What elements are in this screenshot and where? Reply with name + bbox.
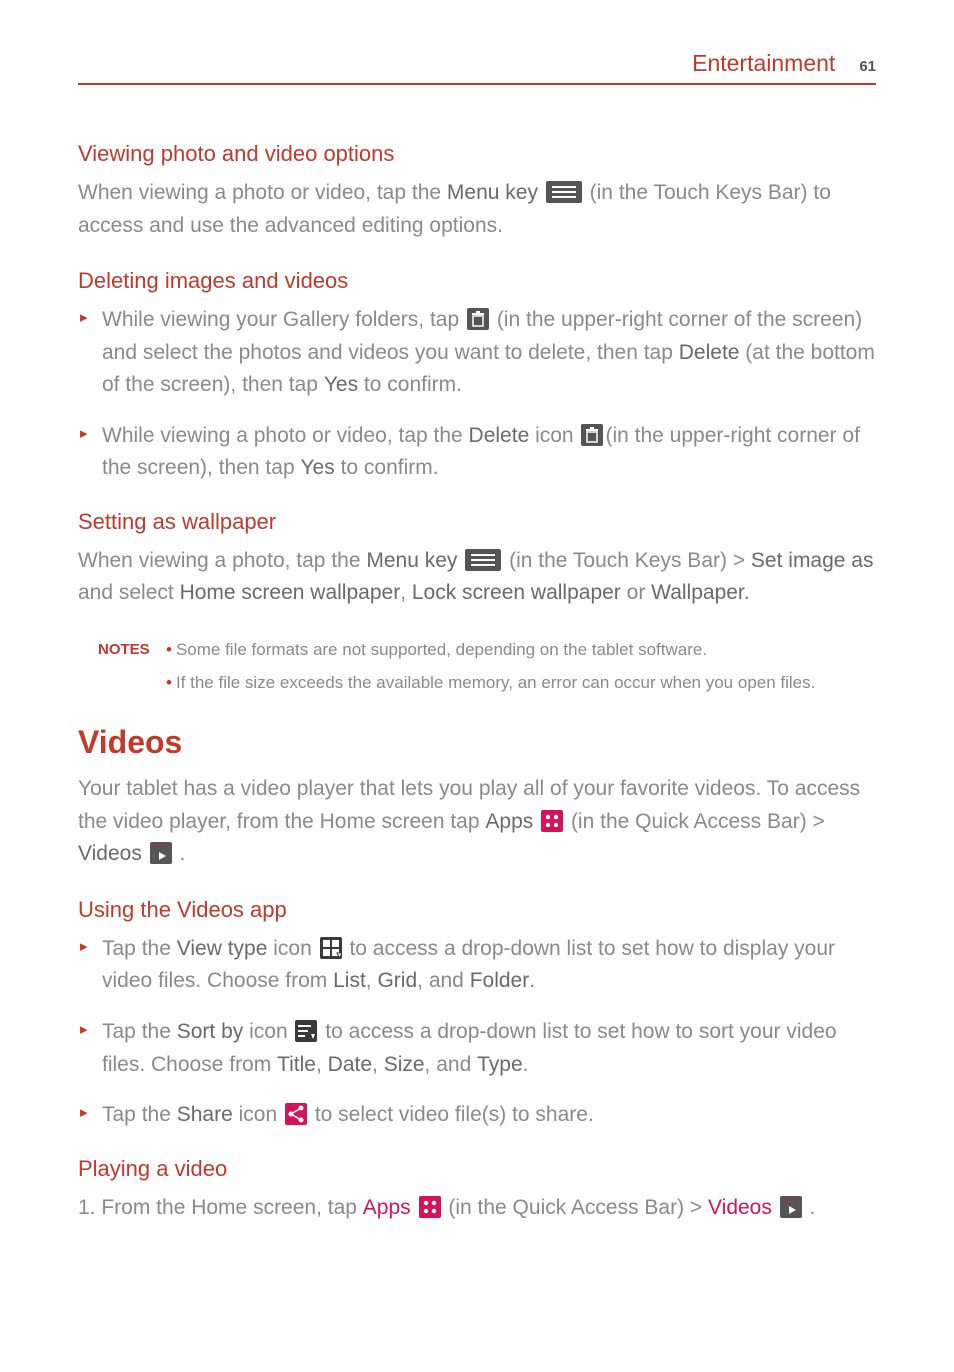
apps-icon [419,1196,441,1218]
text: icon [243,1020,293,1043]
text: (in the Quick Access Bar) > [565,810,825,833]
text: From the Home screen, tap [101,1196,362,1219]
text: . [529,969,535,992]
text: (in the Touch Keys Bar) > [509,549,751,572]
sort-by-icon [295,1020,317,1042]
text: icon [233,1103,283,1126]
text: , and [425,1053,478,1076]
text-bold: Delete [679,341,740,364]
text-bold: Apps [485,810,533,833]
heading-using-videos: Using the Videos app [78,897,876,923]
bullets-videos-app: Tap the View type icon to access a drop-… [78,933,876,1132]
text: When viewing a photo or video, tap the [78,181,447,204]
menu-icon [465,549,501,571]
text-bold: Delete [469,424,530,447]
videos-app-icon [780,1196,802,1218]
bullet-delete-single: While viewing a photo or video, tap the … [78,420,876,485]
bullet-view-type: Tap the View type icon to access a drop-… [78,933,876,998]
step-number: 1. [78,1196,101,1219]
note-2: •If the file size exceeds the available … [98,669,876,696]
menu-icon [546,181,582,203]
text-bold: Type [477,1053,523,1076]
text: or [621,581,651,604]
heading-videos: Videos [78,724,876,761]
paragraph-viewing-options: When viewing a photo or video, tap the M… [78,177,876,242]
text: to confirm. [335,456,439,479]
header-section-title: Entertainment [692,50,835,77]
text-bold: Share [177,1103,233,1126]
bullet-dot-icon: • [166,673,172,692]
share-icon [285,1103,307,1125]
note-1: NOTES •Some file formats are not support… [98,636,876,663]
text-bold: List [333,969,366,992]
text-bold: Date [328,1053,372,1076]
videos-app-icon [150,842,172,864]
text-bold: Wallpaper. [651,581,749,604]
paragraph-videos: Your tablet has a video player that lets… [78,773,876,871]
paragraph-wallpaper: When viewing a photo, tap the Menu key (… [78,545,876,610]
step-1: 1. From the Home screen, tap Apps (in th… [78,1192,876,1225]
text-bold: Home screen wallpaper [180,581,401,604]
text: and select [78,581,180,604]
text-bold: Title [277,1053,316,1076]
page-number: 61 [859,58,876,75]
text: Tap the [102,937,177,960]
heading-viewing-options: Viewing photo and video options [78,141,876,167]
text-bold: Grid [377,969,417,992]
text: , [316,1053,328,1076]
heading-wallpaper: Setting as wallpaper [78,509,876,535]
note-text-1: •Some file formats are not supported, de… [166,636,707,663]
text: (in the Quick Access Bar) > [443,1196,709,1219]
text-bold: Menu key [366,549,457,572]
bullets-deleting: While viewing your Gallery folders, tap … [78,304,876,485]
text: , [366,969,378,992]
bullet-share: Tap the Share icon to select video file(… [78,1099,876,1132]
text: . [174,842,186,865]
text-bold: Apps [363,1196,411,1219]
text-bold: Set image as [751,549,874,572]
text: , [372,1053,384,1076]
bullet-dot-icon: • [166,640,172,659]
notes-label: NOTES [98,636,166,662]
heading-playing-video: Playing a video [78,1156,876,1182]
trash-icon [467,308,489,330]
text: to confirm. [358,373,462,396]
notes-label-spacer [98,669,166,671]
text: Tap the [102,1020,177,1043]
text: icon [529,424,579,447]
text: When viewing a photo, tap the [78,549,366,572]
text: , and [417,969,470,992]
text-bold-menu-key: Menu key [447,181,538,204]
text: , [400,581,412,604]
text-bold: Lock screen wallpaper [412,581,621,604]
apps-icon [541,810,563,832]
text-magenta: Videos [708,1196,772,1219]
text: to select video file(s) to share. [309,1103,594,1126]
text-bold: Yes [300,456,334,479]
trash-icon [581,424,603,446]
text: While viewing a photo or video, tap the [102,424,469,447]
text: icon [267,937,317,960]
text: Some file formats are not supported, dep… [176,640,707,659]
text-bold: Folder [470,969,530,992]
document-page: Entertainment 61 Viewing photo and video… [0,0,954,1272]
bullet-delete-folders: While viewing your Gallery folders, tap … [78,304,876,402]
text-bold: Videos [78,842,142,865]
text: If the file size exceeds the available m… [176,673,815,692]
heading-deleting: Deleting images and videos [78,268,876,294]
page-header: Entertainment 61 [78,50,876,85]
text-bold: Size [384,1053,425,1076]
view-type-icon [320,937,342,959]
text: . [804,1196,816,1219]
text-bold: View type [177,937,268,960]
text: . [523,1053,529,1076]
text: While viewing your Gallery folders, tap [102,308,465,331]
text-bold: Yes [324,373,358,396]
text: Tap the [102,1103,177,1126]
bullet-sort-by: Tap the Sort by icon to access a drop-do… [78,1016,876,1081]
note-text-2: •If the file size exceeds the available … [166,669,815,696]
text-bold: Sort by [177,1020,244,1043]
